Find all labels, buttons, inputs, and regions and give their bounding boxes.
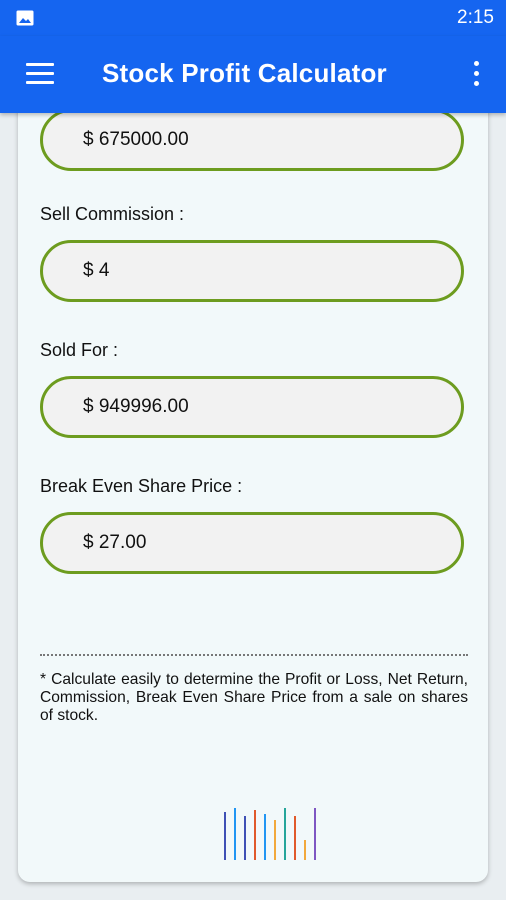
- break-even-value: $ 27.00: [83, 532, 147, 553]
- dotted-divider: [40, 654, 468, 656]
- image-notification-icon: [16, 10, 34, 26]
- sold-for-label: Sold For :: [40, 340, 119, 360]
- sold-for-value: $ 949996.00: [83, 396, 189, 417]
- break-even-field[interactable]: $ 27.00: [40, 512, 464, 574]
- break-even-label: Break Even Share Price :: [40, 476, 243, 496]
- app-title: Stock Profit Calculator: [102, 58, 387, 88]
- bar-lines-logo: [224, 808, 316, 860]
- more-vert-icon[interactable]: [472, 61, 480, 89]
- app-bar: Stock Profit Calculator: [0, 36, 506, 113]
- sell-commission-label: Sell Commission :: [40, 204, 185, 224]
- total-cost-field[interactable]: $ 675000.00: [40, 109, 464, 171]
- status-time: 2:15: [457, 7, 494, 28]
- status-bar: 2:15: [0, 0, 506, 36]
- hamburger-menu-icon[interactable]: [26, 63, 54, 85]
- sell-commission-value: $ 4: [83, 260, 110, 281]
- sold-for-field[interactable]: $ 949996.00: [40, 376, 464, 438]
- footer-note: * Calculate easily to determine the Prof…: [40, 671, 468, 724]
- calculator-card: $ 675000.00 Sell Commission : $ 4 Sold F…: [18, 100, 488, 882]
- sell-commission-field[interactable]: $ 4: [40, 240, 464, 302]
- total-cost-value: $ 675000.00: [83, 129, 189, 150]
